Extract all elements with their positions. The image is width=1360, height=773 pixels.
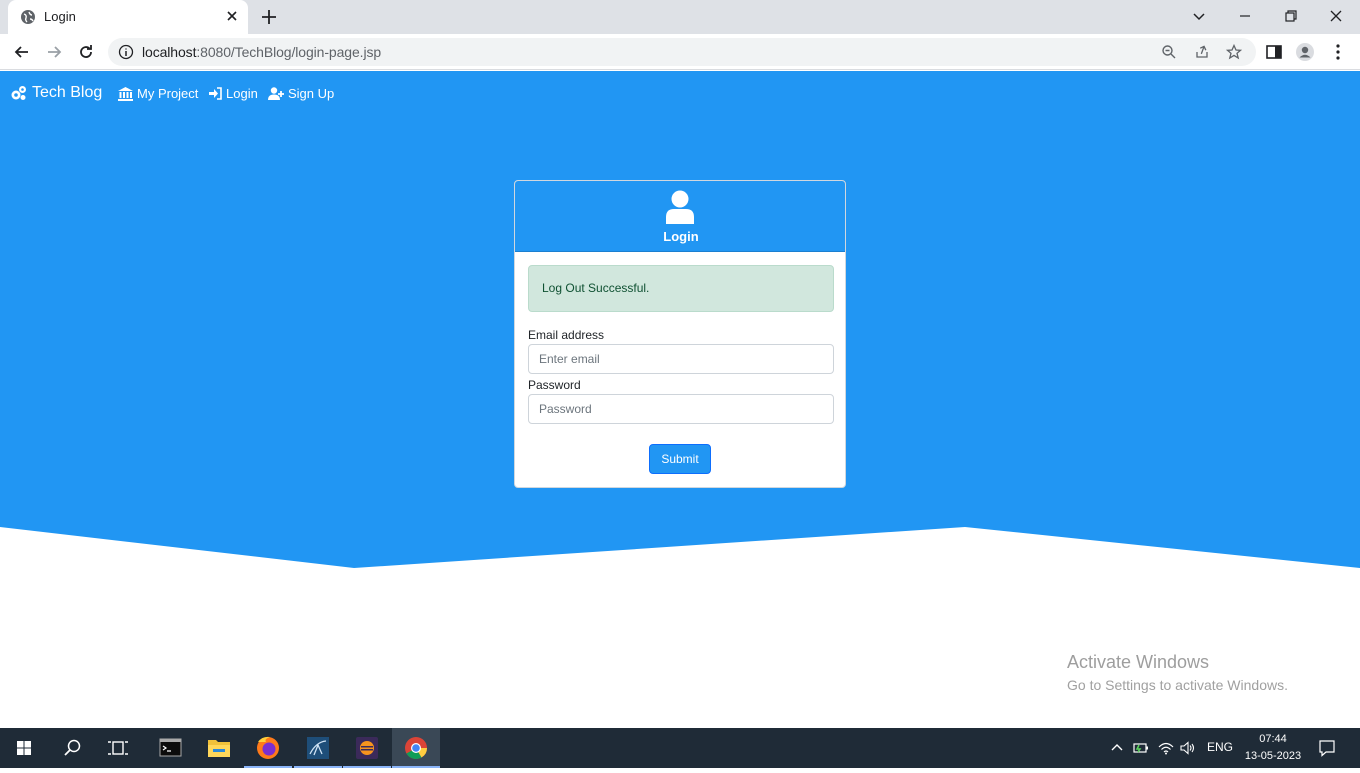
clock[interactable]: 07:44 13-05-2023	[1240, 731, 1306, 765]
nav-sign-up[interactable]: Sign Up	[268, 86, 334, 101]
mysql-workbench-icon	[307, 737, 329, 759]
chrome-icon	[405, 737, 427, 759]
back-arrow-icon[interactable]	[12, 42, 32, 62]
forward-arrow-icon[interactable]	[44, 42, 64, 62]
windows-taskbar: ENG 07:44 13-05-2023	[0, 728, 1360, 768]
search-icon	[64, 739, 81, 756]
notifications-icon[interactable]	[1318, 739, 1336, 757]
more-menu-icon[interactable]	[1328, 42, 1348, 62]
url-host: localhost	[142, 44, 197, 60]
browser-toolbar: localhost:8080/TechBlog/login-page.jsp	[0, 34, 1360, 70]
browser-tab[interactable]: Login	[8, 0, 248, 34]
submit-button[interactable]: Submit	[649, 444, 711, 474]
clock-date: 13-05-2023	[1244, 750, 1302, 762]
email-field[interactable]	[528, 344, 834, 374]
taskbar-mysql-workbench[interactable]	[294, 728, 342, 768]
taskbar-file-explorer[interactable]	[195, 728, 243, 768]
tab-title: Login	[44, 9, 76, 24]
zoom-icon[interactable]	[1161, 44, 1177, 60]
login-card-title: Login	[663, 229, 699, 244]
url-path: :8080/TechBlog/login-page.jsp	[196, 44, 382, 60]
password-label: Password	[528, 378, 581, 392]
gears-icon	[11, 85, 26, 100]
activate-windows-title: Activate Windows	[1067, 652, 1210, 672]
nav-my-project-label: My Project	[137, 86, 199, 101]
clock-time: 07:44	[1259, 733, 1287, 745]
login-card: Login Log Out Successful. Email address …	[514, 180, 846, 488]
logout-success-alert: Log Out Successful.	[528, 265, 834, 312]
email-label: Email address	[528, 328, 605, 342]
taskbar-chrome[interactable]	[392, 728, 440, 768]
windows-logo-icon	[17, 741, 31, 755]
new-tab-icon[interactable]	[260, 8, 278, 26]
input-language[interactable]: ENG	[1207, 740, 1233, 754]
eclipse-ide-icon	[356, 737, 378, 759]
task-view-icon	[108, 741, 128, 755]
page-content: Tech Blog My Project Login Sign Up Login…	[0, 71, 1360, 728]
top-navbar: Tech Blog My Project Login Sign Up	[0, 71, 1360, 117]
volume-icon[interactable]	[1180, 741, 1196, 755]
taskbar-eclipse[interactable]	[343, 728, 391, 768]
activate-windows-subtitle: Go to Settings to activate Windows.	[1067, 677, 1288, 693]
minimize-icon[interactable]	[1235, 6, 1255, 26]
taskbar-terminal[interactable]	[146, 728, 194, 768]
nav-login-label: Login	[226, 86, 258, 101]
share-icon[interactable]	[1194, 44, 1210, 60]
wifi-icon[interactable]	[1158, 741, 1174, 755]
nav-my-project[interactable]: My Project	[118, 86, 198, 101]
user-plus-icon	[268, 87, 284, 100]
start-button[interactable]	[0, 728, 48, 768]
brand-link[interactable]: Tech Blog	[10, 84, 102, 102]
bookmark-star-icon[interactable]	[1226, 44, 1242, 60]
address-bar[interactable]: localhost:8080/TechBlog/login-page.jsp	[108, 38, 1256, 66]
globe-icon	[21, 10, 35, 24]
search-button[interactable]	[48, 728, 96, 768]
url-text: localhost:8080/TechBlog/login-page.jsp	[142, 44, 381, 60]
folder-icon	[208, 740, 230, 757]
restore-icon[interactable]	[1281, 6, 1301, 26]
tab-search-chevron-icon[interactable]	[1189, 6, 1209, 26]
browser-tab-strip: Login	[0, 0, 1360, 34]
site-info-icon[interactable]	[118, 44, 134, 60]
login-card-header: Login	[515, 181, 845, 252]
close-tab-icon[interactable]	[224, 8, 240, 24]
profile-avatar-icon[interactable]	[1295, 42, 1315, 62]
bank-icon	[118, 86, 133, 101]
task-view-button[interactable]	[96, 728, 144, 768]
chevron-up-icon[interactable]	[1110, 741, 1124, 755]
brand-text: Tech Blog	[32, 84, 103, 101]
side-panel-icon[interactable]	[1264, 42, 1284, 62]
battery-icon[interactable]	[1133, 741, 1149, 755]
password-field[interactable]	[528, 394, 834, 424]
taskbar-firefox[interactable]	[244, 728, 292, 768]
user-icon	[666, 190, 694, 224]
terminal-icon	[159, 738, 182, 757]
nav-login[interactable]: Login	[209, 86, 258, 101]
firefox-icon	[257, 736, 279, 759]
nav-sign-up-label: Sign Up	[288, 86, 335, 101]
sign-in-icon	[209, 87, 222, 100]
close-window-icon[interactable]	[1326, 6, 1346, 26]
reload-icon[interactable]	[76, 42, 96, 62]
